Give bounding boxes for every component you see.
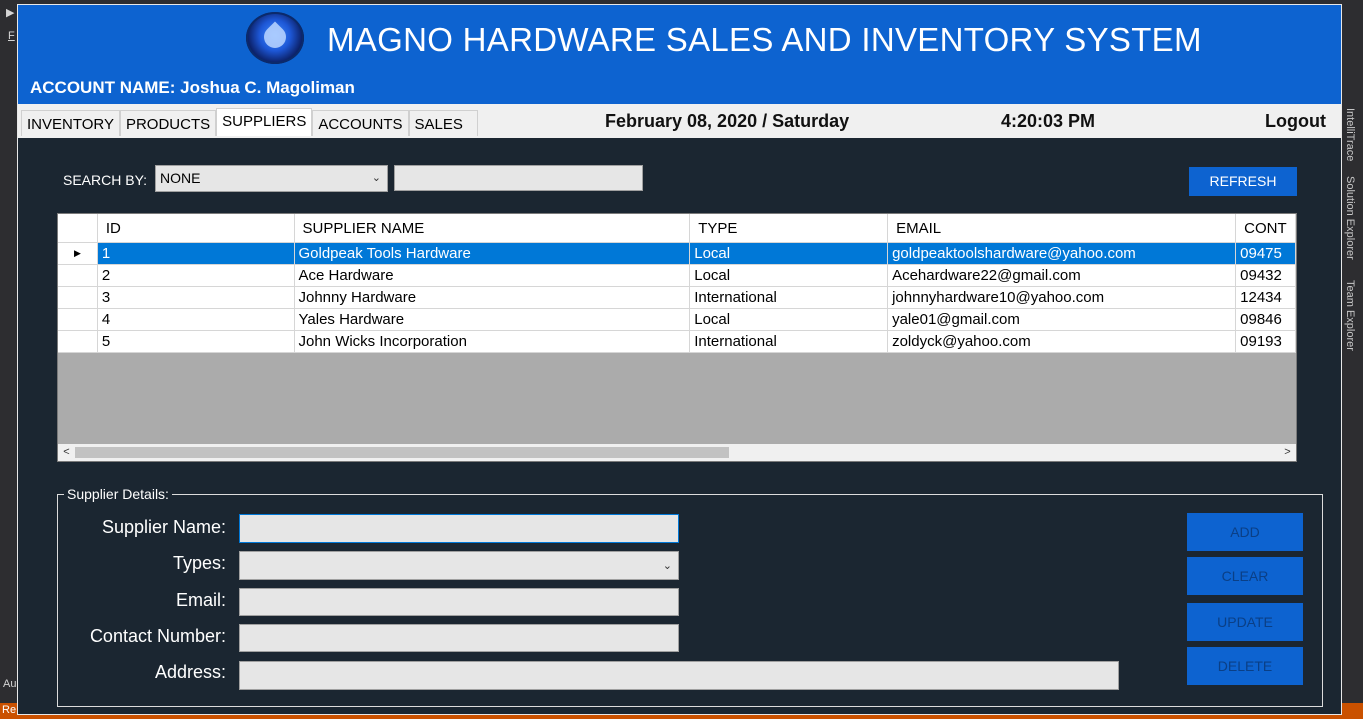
cell-supplier-name[interactable]: Johnny Hardware	[294, 286, 691, 309]
cell-email[interactable]: goldpeaktoolshardware@yahoo.com	[887, 242, 1237, 265]
row-header[interactable]	[58, 286, 98, 309]
app-window: MAGNO HARDWARE SALES AND INVENTORY SYSTE…	[17, 4, 1342, 715]
chevron-down-icon: ⌄	[371, 172, 381, 184]
app-header: MAGNO HARDWARE SALES AND INVENTORY SYSTE…	[18, 5, 1341, 104]
address-label: Address:	[154, 662, 226, 682]
cell-id[interactable]: 1	[97, 242, 295, 265]
supplier-name-label: Supplier Name:	[101, 517, 226, 537]
ide-left-strip: ▶ F Au	[0, 0, 18, 719]
cell-contact[interactable]: 09432	[1235, 264, 1296, 287]
ide-menu-glyph: F	[8, 30, 15, 42]
tab-inventory[interactable]: INVENTORY	[21, 110, 120, 136]
clear-button[interactable]: CLEAR	[1187, 557, 1303, 595]
column-header-contact[interactable]: CONT	[1235, 214, 1296, 243]
row-header[interactable]: ▶	[58, 242, 98, 265]
table-row[interactable]: 4 Yales Hardware Local yale01@gmail.com 0984…	[58, 308, 1296, 331]
address-field[interactable]	[239, 661, 1119, 690]
update-button[interactable]: UPDATE	[1187, 603, 1303, 641]
date-display: February 08, 2020 / Saturday	[605, 111, 850, 131]
cell-email[interactable]: yale01@gmail.com	[887, 308, 1237, 331]
tab-sales[interactable]: SALES	[408, 110, 478, 136]
tab-suppliers[interactable]: SUPPLIERS	[216, 108, 313, 136]
cell-supplier-name[interactable]: John Wicks Incorporation	[294, 330, 691, 353]
cell-email[interactable]: zoldyck@yahoo.com	[887, 330, 1237, 353]
table-row[interactable]: 5 John Wicks Incorporation International zo…	[58, 330, 1296, 353]
table-row[interactable]: 2 Ace Hardware Local Acehardware22@gmail.co…	[58, 264, 1296, 287]
column-header-supplier-name[interactable]: SUPPLIER NAME	[294, 214, 691, 243]
cell-supplier-name[interactable]: Goldpeak Tools Hardware	[294, 242, 691, 265]
column-header-id[interactable]: ID	[97, 214, 295, 243]
row-header[interactable]	[58, 308, 98, 331]
ide-run-glyph: ▶	[6, 7, 15, 19]
supplier-details-label: Supplier Details:	[64, 486, 172, 502]
search-by-selected: NONE	[160, 170, 201, 186]
ide-tab-intellitrace[interactable]: IntelliTrace	[1344, 108, 1356, 161]
logout-button[interactable]: Logout	[1265, 111, 1326, 132]
suppliers-table[interactable]: ID SUPPLIER NAME TYPE EMAIL CONT ▶ 1 Goldp…	[57, 213, 1297, 462]
email-label: Email:	[175, 590, 226, 610]
tab-products[interactable]: PRODUCTS	[119, 110, 217, 136]
suppliers-table-body: ID SUPPLIER NAME TYPE EMAIL CONT ▶ 1 Goldp…	[58, 214, 1296, 353]
tab-accounts[interactable]: ACCOUNTS	[312, 110, 409, 136]
table-header-row: ID SUPPLIER NAME TYPE EMAIL CONT	[58, 214, 1296, 243]
column-header-type[interactable]: TYPE	[689, 214, 889, 243]
scrollbar-thumb[interactable]	[75, 447, 729, 458]
app-title: MAGNO HARDWARE SALES AND INVENTORY SYSTE…	[327, 21, 1202, 58]
table-row[interactable]: 3 Johnny Hardware International johnnyhardw…	[58, 286, 1296, 309]
add-button[interactable]: ADD	[1187, 513, 1303, 551]
cell-contact[interactable]: 09846	[1235, 308, 1296, 331]
ide-tab-team-explorer[interactable]: Team Explorer	[1344, 280, 1356, 351]
cell-id[interactable]: 2	[97, 264, 295, 287]
cell-id[interactable]: 5	[97, 330, 295, 353]
ide-left-bottom-text: Au	[3, 678, 17, 690]
search-by-label: SEARCH BY:	[63, 172, 148, 188]
ide-status-text: Re	[2, 704, 17, 716]
drop-icon	[259, 21, 291, 53]
chevron-down-icon: ⌄	[662, 560, 672, 572]
row-header[interactable]	[58, 330, 98, 353]
cell-type[interactable]: International	[689, 286, 889, 309]
types-label: Types:	[172, 553, 226, 573]
row-header-corner	[58, 214, 98, 243]
table-row[interactable]: ▶ 1 Goldpeak Tools Hardware Local goldpeakto…	[58, 242, 1296, 265]
cell-contact[interactable]: 09193	[1235, 330, 1296, 353]
email-field[interactable]	[239, 588, 679, 616]
cell-type[interactable]: Local	[689, 242, 889, 265]
horizontal-scrollbar[interactable]: < >	[58, 444, 1296, 461]
cell-type[interactable]: International	[689, 330, 889, 353]
logo-icon	[246, 12, 304, 64]
cell-contact[interactable]: 09475	[1235, 242, 1296, 265]
cell-type[interactable]: Local	[689, 264, 889, 287]
scroll-right-icon[interactable]: >	[1279, 444, 1296, 461]
refresh-button[interactable]: REFRESH	[1189, 167, 1297, 196]
cell-supplier-name[interactable]: Ace Hardware	[294, 264, 691, 287]
cell-supplier-name[interactable]: Yales Hardware	[294, 308, 691, 331]
ide-right-strip: IntelliTrace Solution Explorer Team Expl…	[1342, 0, 1363, 719]
scroll-left-icon[interactable]: <	[58, 444, 75, 461]
row-header[interactable]	[58, 264, 98, 287]
cell-email[interactable]: Acehardware22@gmail.com	[887, 264, 1237, 287]
time-display: 4:20:03 PM	[1001, 111, 1096, 131]
cell-email[interactable]: johnnyhardware10@yahoo.com	[887, 286, 1237, 309]
column-header-email[interactable]: EMAIL	[887, 214, 1237, 243]
cell-contact[interactable]: 12434	[1235, 286, 1296, 309]
supplier-name-field[interactable]	[239, 514, 679, 543]
cell-id[interactable]: 4	[97, 308, 295, 331]
search-by-select[interactable]: NONE ⌄	[155, 165, 388, 192]
contact-number-label: Contact Number:	[89, 626, 226, 646]
cell-type[interactable]: Local	[689, 308, 889, 331]
ide-tab-solution-explorer[interactable]: Solution Explorer	[1344, 176, 1356, 260]
cell-id[interactable]: 3	[97, 286, 295, 309]
account-name: ACCOUNT NAME: Joshua C. Magoliman	[30, 78, 355, 97]
delete-button[interactable]: DELETE	[1187, 647, 1303, 685]
top-bar: INVENTORY PRODUCTS SUPPLIERS ACCOUNTS SA…	[18, 104, 1341, 138]
suppliers-panel: SEARCH BY: NONE ⌄ REFRESH ID SUPPLIER NA…	[22, 138, 1337, 714]
contact-number-field[interactable]	[239, 624, 679, 652]
search-input[interactable]	[394, 165, 643, 191]
types-select[interactable]: ⌄	[239, 551, 679, 580]
tab-strip: INVENTORY PRODUCTS SUPPLIERS ACCOUNTS SA…	[21, 108, 478, 136]
